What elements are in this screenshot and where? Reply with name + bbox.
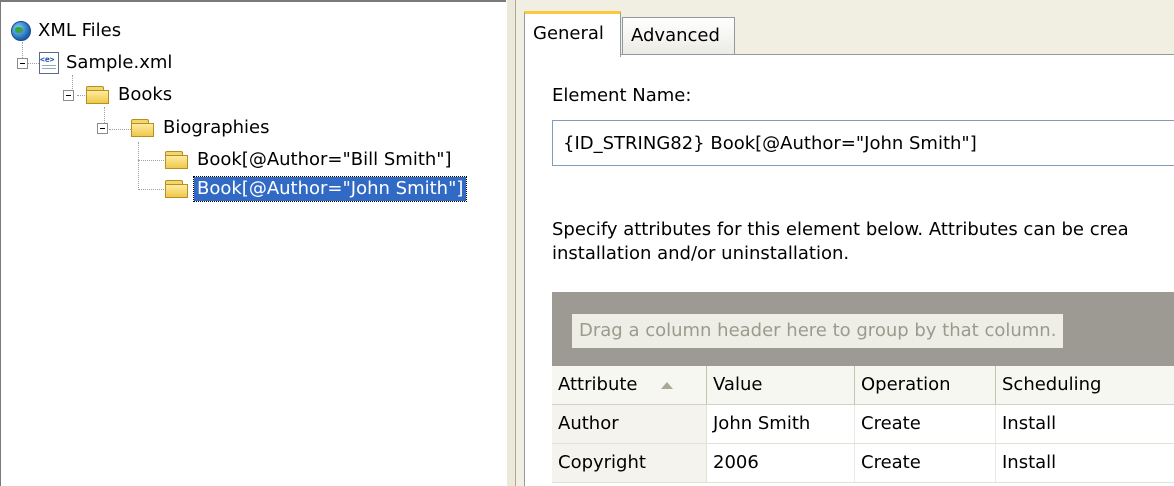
cell-operation: Create xyxy=(855,405,996,443)
xml-file-icon xyxy=(39,52,59,74)
folder-icon xyxy=(130,118,156,138)
folder-icon xyxy=(164,150,190,170)
cell-value: 2006 xyxy=(707,444,855,482)
tree-node-book-bill-smith[interactable]: Book[@Author="Bill Smith"] xyxy=(164,147,455,173)
sort-ascending-icon xyxy=(661,381,674,389)
element-name-input[interactable] xyxy=(552,120,1174,166)
cell-operation: Create xyxy=(855,444,996,482)
tree-node-label: Sample.xml xyxy=(66,52,173,73)
globe-icon xyxy=(11,21,31,41)
cell-attribute: Copyright xyxy=(552,444,707,482)
column-header-scheduling[interactable]: Scheduling xyxy=(996,366,1174,404)
tab-advanced[interactable]: Advanced xyxy=(622,17,735,54)
collapse-toggle-books[interactable] xyxy=(63,90,74,101)
folder-icon xyxy=(164,179,190,199)
cell-scheduling: Install xyxy=(1002,413,1057,434)
table-row[interactable]: Author John Smith Create Install xyxy=(552,405,1174,444)
tree-node-label: Book[@Author="Bill Smith"] xyxy=(197,149,452,170)
tab-general[interactable]: General xyxy=(524,11,621,57)
description-line: Specify attributes for this element belo… xyxy=(552,219,1129,240)
column-header-label: Attribute xyxy=(558,374,638,395)
attributes-grid: Drag a column header here to group by th… xyxy=(552,292,1174,486)
properties-pane: General Advanced Element Name: Specify a… xyxy=(516,0,1174,486)
table-row[interactable]: Copyright 2006 Create Install xyxy=(552,444,1174,483)
tree-connector xyxy=(138,160,164,161)
tree-node-biographies[interactable]: Biographies xyxy=(130,115,273,141)
tree-connector xyxy=(138,142,139,190)
pane-splitter[interactable] xyxy=(506,0,516,486)
tree-node-xml-files[interactable]: XML Files xyxy=(11,18,124,44)
tree-node-book-john-smith[interactable]: Book[@Author="John Smith"] xyxy=(164,176,468,202)
collapse-toggle-biographies[interactable] xyxy=(97,123,108,134)
tree-connector xyxy=(138,189,164,190)
cell-scheduling: Install xyxy=(1002,452,1057,473)
group-by-hint: Drag a column header here to group by th… xyxy=(572,314,1064,348)
element-name-label: Element Name: xyxy=(552,85,692,106)
collapse-toggle-sample-xml[interactable] xyxy=(17,58,28,69)
cell-attribute: Author xyxy=(552,405,707,443)
folder-icon xyxy=(85,85,111,105)
tree-node-label: XML Files xyxy=(38,20,122,41)
column-header-attribute[interactable]: Attribute xyxy=(552,366,707,404)
xml-tree-view[interactable]: XML Files Sample.xml Books Biographies B… xyxy=(0,0,506,486)
tree-node-label: Book[@Author="John Smith"] xyxy=(192,176,468,202)
grid-header: Attribute Value Operation Scheduling xyxy=(552,366,1174,405)
tree-node-sample-xml[interactable]: Sample.xml xyxy=(39,50,175,76)
tree-connector xyxy=(77,95,85,96)
attributes-description: Specify attributes for this element belo… xyxy=(552,218,1174,266)
column-header-operation[interactable]: Operation xyxy=(855,366,996,404)
tree-node-label: Biographies xyxy=(163,117,270,138)
column-header-value[interactable]: Value xyxy=(707,366,855,404)
group-by-area[interactable]: Drag a column header here to group by th… xyxy=(552,292,1174,366)
tree-node-books[interactable]: Books xyxy=(85,82,175,108)
cell-value: John Smith xyxy=(707,405,855,443)
description-line: installation and/or uninstallation. xyxy=(552,243,850,264)
tree-connector xyxy=(109,129,131,130)
tree-node-label: Books xyxy=(118,84,173,105)
